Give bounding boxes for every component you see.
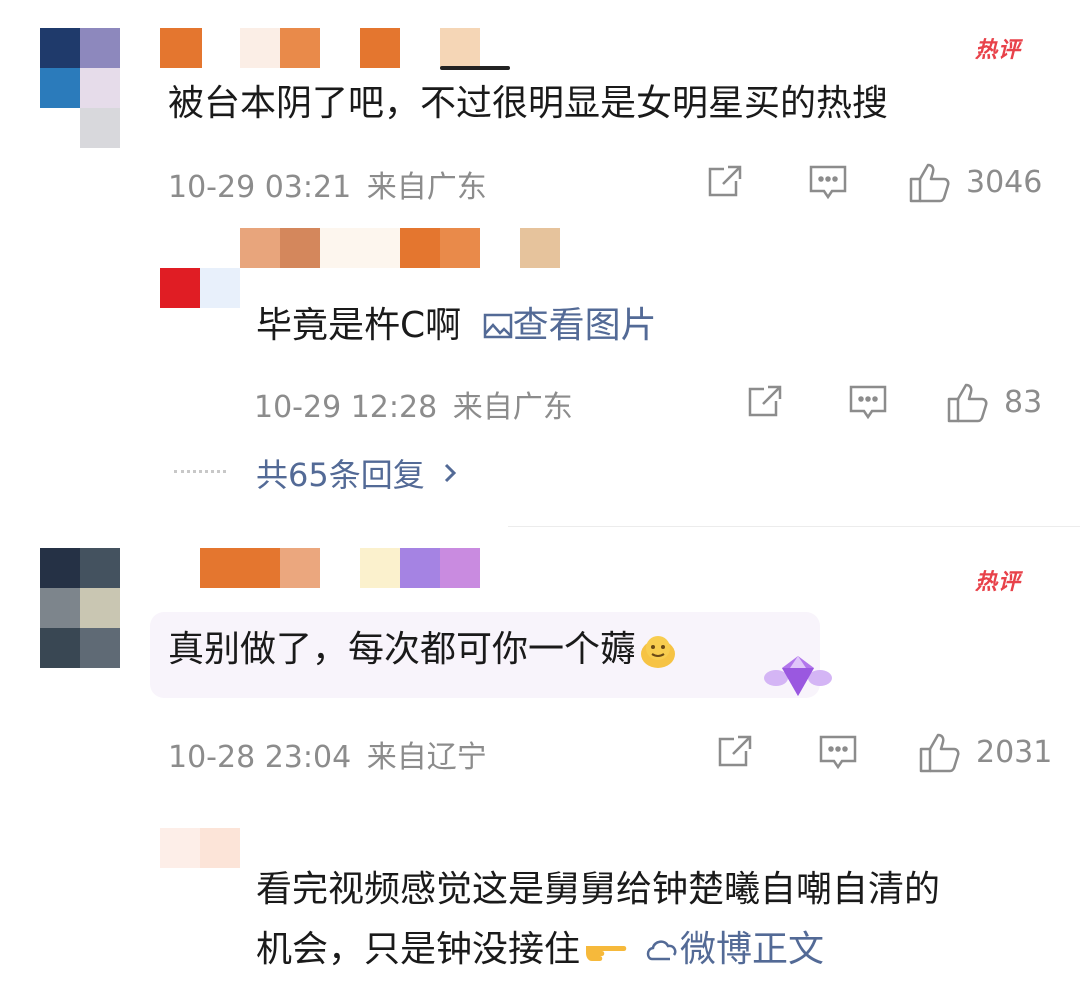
gem-badge-icon [762, 648, 834, 702]
dotted-leader [174, 470, 226, 473]
comment-location: 来自辽宁 [366, 740, 487, 775]
share-icon[interactable] [716, 733, 754, 769]
like-count: 3046 [966, 164, 1043, 200]
weibo-link-icon [644, 935, 678, 965]
comment-icon[interactable] [848, 383, 888, 421]
avatar[interactable] [160, 828, 240, 868]
share-icon[interactable] [746, 383, 784, 419]
pointing-hand-emoji-icon [582, 930, 628, 970]
like-button[interactable]: 3046 [908, 160, 1042, 204]
comment-icon[interactable] [818, 733, 858, 771]
username[interactable] [160, 548, 480, 588]
weibo-source-link[interactable]: 微博正文 [644, 928, 824, 972]
reply-text-line: 毕竟是杵C啊 查看图片 [256, 304, 657, 348]
avatar[interactable] [40, 28, 120, 148]
like-count: 83 [1004, 384, 1043, 420]
more-replies-label: 共65条回复 [256, 456, 425, 494]
hot-comment-badge: 热评 [975, 38, 1022, 63]
reply-location: 来自广东 [452, 390, 573, 425]
comment-text-line-1: 看完视频感觉这是舅舅给钟楚曦自嘲自清的 [256, 869, 941, 910]
username[interactable] [160, 28, 520, 70]
comment-text-line: 真别做了，每次都可你一个薅 [168, 628, 678, 672]
hot-comment-badge: 热评 [975, 570, 1022, 595]
reply-meta: 10-29 12:28 来自广东 [254, 382, 573, 426]
reply-time: 10-29 12:28 [254, 390, 438, 425]
view-image-link[interactable]: 查看图片 [483, 305, 657, 346]
like-count: 2031 [976, 734, 1053, 770]
comment-text: 真别做了，每次都可你一个薅 [168, 629, 637, 670]
comment-location: 来自广东 [366, 170, 487, 205]
comment-time: 10-28 23:04 [168, 740, 352, 775]
avatar[interactable] [40, 548, 120, 668]
share-icon[interactable] [706, 163, 744, 199]
comment-meta: 10-29 03:21 来自广东 [168, 162, 487, 206]
reply-text: 毕竟是杵C啊 [256, 305, 462, 346]
comment-text-line-2: 机会，只是钟没接住 微博正文 [256, 928, 824, 972]
comment-icon[interactable] [808, 163, 848, 201]
melting-face-emoji-icon [638, 630, 678, 670]
thumbs-up-icon [918, 731, 962, 773]
comment-text: 机会，只是钟没接住 [256, 929, 581, 970]
more-replies-link[interactable]: 共65条回复 [256, 450, 457, 496]
reply-avatar[interactable] [160, 268, 240, 308]
chevron-right-icon [443, 462, 457, 484]
comment-time: 10-29 03:21 [168, 170, 352, 205]
comment-meta: 10-28 23:04 来自辽宁 [168, 732, 487, 776]
thumbs-up-icon [908, 161, 952, 203]
image-icon [483, 312, 513, 340]
like-button[interactable]: 2031 [918, 730, 1052, 774]
reply-username[interactable] [240, 228, 560, 268]
comment-divider [508, 526, 1080, 527]
comment-text: 被台本阴了吧，不过很明显是女明星买的热搜 [168, 83, 889, 124]
like-button[interactable]: 83 [946, 380, 1042, 424]
thumbs-up-icon [946, 381, 990, 423]
